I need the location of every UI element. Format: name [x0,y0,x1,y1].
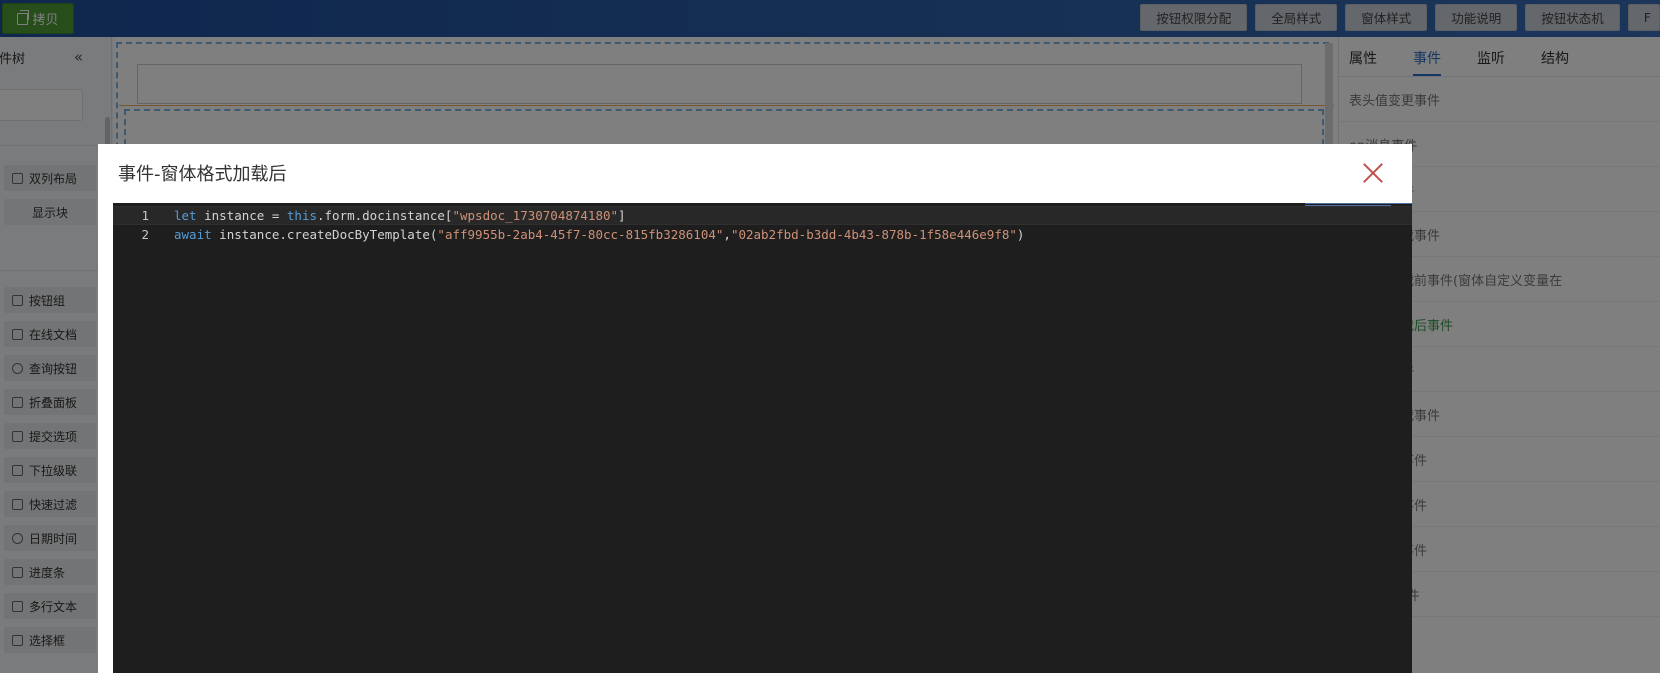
editor-minimap[interactable] [1305,203,1412,207]
code-line[interactable]: 1 let instance = this.form.docinstance["… [113,206,1412,225]
code-editor[interactable]: 1 let instance = this.form.docinstance["… [113,203,1412,673]
code-line[interactable]: 2 await instance.createDocByTemplate("af… [113,225,1412,244]
line-number: 1 [141,208,149,223]
code-text: await instance.createDocByTemplate("aff9… [174,227,1025,242]
dialog-title: 事件-窗体格式加载后 [118,164,287,185]
event-code-dialog: 事件-窗体格式加载后 1 let instance = this.form.do… [98,144,1412,673]
close-icon[interactable] [1362,162,1384,184]
line-number: 2 [141,227,149,242]
dialog-header: 事件-窗体格式加载后 [98,144,1412,202]
code-text: let instance = this.form.docinstance["wp… [174,208,626,223]
